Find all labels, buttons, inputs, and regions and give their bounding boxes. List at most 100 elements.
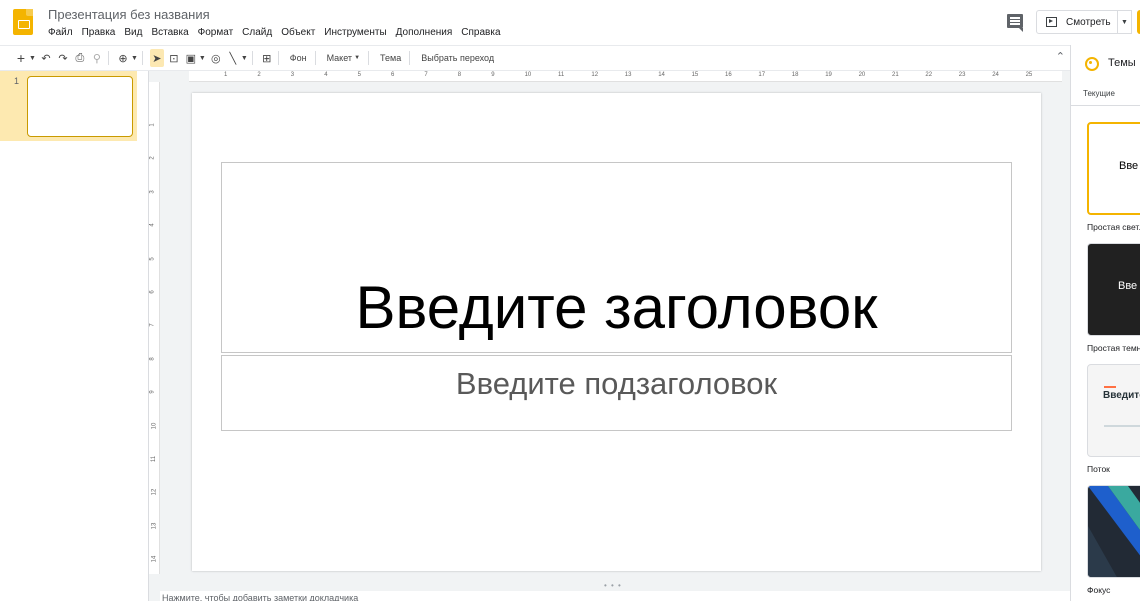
theme-focus-preview [1088, 486, 1140, 577]
toolbar-divider [314, 51, 316, 65]
ruler-tick-label: 21 [892, 72, 899, 78]
theme-button[interactable]: Тема [376, 49, 405, 67]
present-button[interactable]: Смотреть [1036, 10, 1118, 34]
theme-preview-title: Введите [1103, 390, 1140, 401]
present-label: Смотреть [1066, 16, 1111, 28]
toolbar-divider [141, 51, 143, 65]
menu-view[interactable]: Вид [124, 27, 142, 38]
title-placeholder[interactable]: Введите заголовок [221, 162, 1012, 353]
present-dropdown-button[interactable]: ▼ [1118, 10, 1132, 34]
subtitle-placeholder[interactable]: Введите подзаголовок [221, 355, 1012, 431]
toolbar-divider [251, 51, 253, 65]
ruler-tick-label: 11 [151, 455, 158, 463]
menu-bar: Файл Правка Вид Вставка Формат Слайд Объ… [48, 27, 510, 38]
ruler-tick-label: 2 [149, 156, 156, 161]
theme-accent-line [1104, 386, 1116, 388]
ruler-tick-label: 7 [149, 323, 156, 328]
zoom-dropdown-icon[interactable]: ▼ [131, 49, 138, 67]
vertical-ruler[interactable]: 1 2 3 4 5 6 7 8 9 10 11 12 13 14 [149, 82, 160, 574]
notes-resize-handle[interactable]: • • • [604, 581, 622, 590]
ruler-tick-label: 19 [825, 72, 832, 78]
paint-format-icon[interactable]: ⚲ [90, 49, 104, 67]
slide-editor: 1 2 3 4 5 6 7 8 9 10 11 12 13 14 15 16 17 18 19 20 21 22 23 24 2… [149, 71, 1070, 601]
ruler-tick-label: 14 [151, 555, 158, 563]
ruler-tick-label: 13 [151, 522, 158, 530]
ruler-tick-label: 22 [925, 72, 933, 78]
collapse-toolbar-icon[interactable]: ⌃ [1056, 50, 1065, 63]
ruler-tick-label: 6 [391, 72, 395, 78]
theme-card-flow[interactable]: Введите [1087, 364, 1140, 457]
new-slide-icon[interactable]: + [14, 49, 28, 67]
menu-tools[interactable]: Инструменты [324, 27, 386, 38]
themes-title: Темы [1108, 57, 1136, 69]
layout-label: Макет [326, 53, 353, 63]
theme-label: Простая светлая [1087, 222, 1140, 232]
menu-slide[interactable]: Слайд [242, 27, 272, 38]
menu-format[interactable]: Формат [198, 27, 234, 38]
comments-icon[interactable] [1007, 14, 1023, 32]
toolbar: + ▼ ↶ ↷ ⎙ ⚲ ⊕ ▼ ➤ ⊡ ▣ ▼ ◎ ╲ ▼ ⊞ Фон Маке… [0, 45, 1070, 71]
layout-button[interactable]: Макет ▼ [323, 49, 364, 67]
theme-card-simple-light[interactable]: Вве в [1087, 122, 1140, 215]
speaker-notes[interactable]: Нажмите, чтобы добавить заметки докладчи… [160, 591, 1070, 601]
themes-panel: Темы Текущие Вве в Простая светлая Вве в… [1070, 45, 1140, 601]
ruler-tick-label: 1 [224, 72, 228, 78]
ruler-tick-label: 16 [725, 72, 732, 78]
filmstrip-slide-item[interactable]: 1 [0, 71, 137, 141]
ruler-tick-label: 12 [151, 489, 158, 496]
ruler-tick-label: 4 [149, 223, 156, 227]
slide-canvas[interactable]: Введите заголовок Введите подзаголовок [192, 93, 1041, 571]
ruler-tick-label: 13 [624, 72, 632, 78]
ruler-tick-label: 14 [658, 72, 665, 78]
select-cursor-icon[interactable]: ➤ [149, 49, 164, 67]
image-icon[interactable]: ▣ [184, 49, 198, 67]
line-dropdown-icon[interactable]: ▼ [241, 49, 248, 67]
ruler-tick-label: 7 [424, 72, 428, 78]
ruler-tick-label: 20 [858, 72, 866, 78]
theme-preview-subtitle [1104, 425, 1140, 427]
menu-insert[interactable]: Вставка [151, 27, 188, 38]
image-dropdown-icon[interactable]: ▼ [199, 49, 206, 67]
ruler-tick-label: 3 [149, 190, 156, 194]
slides-logo-icon[interactable] [13, 9, 33, 35]
ruler-tick-label: 23 [958, 72, 966, 78]
menu-addons[interactable]: Дополнения [396, 27, 453, 38]
menu-object[interactable]: Объект [281, 27, 315, 38]
present-icon [1046, 17, 1057, 27]
theme-card-focus[interactable] [1087, 485, 1140, 578]
redo-icon[interactable]: ↷ [56, 49, 70, 67]
ruler-tick-label: 9 [491, 72, 495, 78]
horizontal-ruler[interactable]: 1 2 3 4 5 6 7 8 9 10 11 12 13 14 15 16 17 18 19 20 21 22 23 24 2… [189, 71, 1062, 82]
themes-current-label: Текущие [1083, 89, 1115, 98]
background-button[interactable]: Фон [286, 49, 311, 67]
shape-icon[interactable]: ◎ [209, 49, 223, 67]
ruler-tick-label: 24 [992, 72, 999, 78]
theme-label: Фокус [1087, 585, 1111, 595]
theme-preview-title: Вве [1119, 160, 1139, 172]
document-title[interactable]: Презентация без названия [48, 7, 210, 22]
slide-thumbnail[interactable] [27, 76, 133, 137]
ruler-tick-label: 15 [691, 72, 699, 78]
print-icon[interactable]: ⎙ [73, 49, 87, 67]
transition-button[interactable]: Выбрать переход [417, 49, 498, 67]
ruler-tick-label: 25 [1025, 72, 1033, 78]
line-icon[interactable]: ╲ [226, 49, 240, 67]
ruler-tick-label: 10 [151, 422, 158, 429]
new-slide-dropdown-icon[interactable]: ▼ [29, 49, 36, 67]
menu-help[interactable]: Справка [461, 27, 500, 38]
undo-icon[interactable]: ↶ [39, 49, 53, 67]
menu-file[interactable]: Файл [48, 27, 73, 38]
toolbar-divider [409, 51, 411, 65]
zoom-icon[interactable]: ⊕ [116, 49, 130, 67]
ruler-tick-label: 17 [758, 72, 766, 78]
theme-label: Поток [1087, 464, 1110, 474]
comment-add-icon[interactable]: ⊞ [260, 49, 274, 67]
ruler-tick-label: 8 [149, 357, 156, 361]
text-box-icon[interactable]: ⊡ [167, 49, 181, 67]
ruler-tick-label: 2 [257, 72, 261, 78]
theme-card-simple-dark[interactable]: Вве в [1087, 243, 1140, 336]
ruler-tick-label: 5 [357, 72, 361, 78]
menu-edit[interactable]: Правка [82, 27, 116, 38]
app-header: Презентация без названия Файл Правка Вид… [0, 0, 1140, 45]
themes-header: Темы [1071, 45, 1140, 83]
